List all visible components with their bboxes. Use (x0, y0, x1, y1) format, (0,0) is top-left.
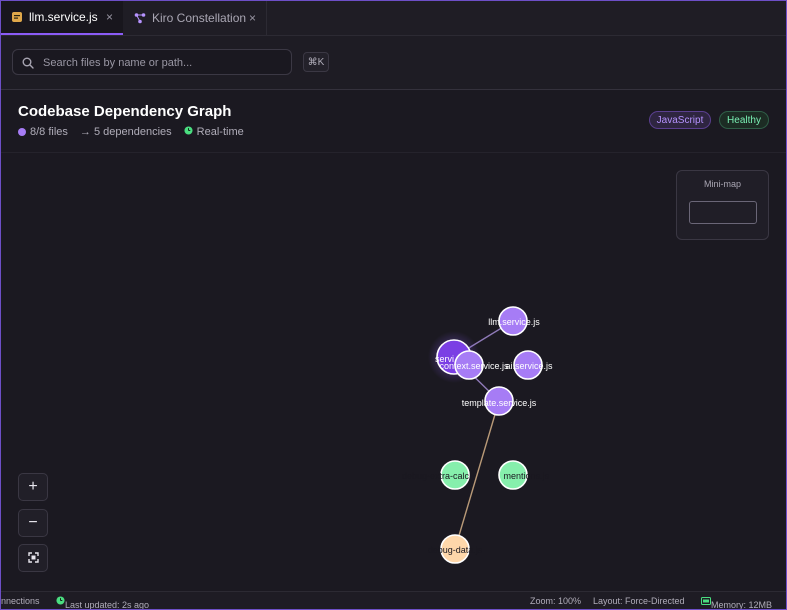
node-label: mentions.js (503, 471, 549, 481)
js-file-icon (11, 11, 23, 23)
memory-label: Memory: 12MB (711, 600, 773, 610)
memory-icon (701, 597, 711, 605)
search-input[interactable] (41, 53, 285, 73)
memory-status: Memory: 12MB (701, 596, 772, 609)
node-label: debug-extra-calc (402, 471, 470, 481)
language-badge: JavaScript (649, 111, 711, 129)
dependencies-label: → 5 dependencies (79, 126, 172, 138)
zoom-in-button[interactable]: + (18, 473, 48, 501)
node-label: template.service.js (462, 398, 537, 408)
zoom-status: Zoom: 100% (530, 596, 582, 606)
close-icon[interactable]: × (106, 10, 113, 24)
clock-icon (184, 126, 193, 138)
search-bar: ⌘K (1, 36, 786, 90)
graph-canvas[interactable]: llm.service.js servi context.service.js ai.… (1, 153, 786, 591)
last-updated: Last updated: 2s ago (56, 596, 149, 609)
minimap-viewport[interactable] (689, 201, 757, 224)
fit-view-button[interactable] (18, 544, 48, 572)
close-icon[interactable]: × (249, 11, 256, 25)
node-label: ai.service.js (505, 361, 553, 371)
tab-label: Kiro Constellation (152, 11, 247, 25)
files-count: 8/8 files (18, 126, 68, 138)
graph-meta: 8/8 files → 5 dependencies Real-time (18, 126, 256, 138)
dependencies-count: → 5 dependencies (80, 126, 172, 138)
zoom-out-button[interactable]: − (18, 509, 48, 537)
last-updated-label: Last updated: 2s ago (65, 600, 150, 610)
constellation-icon (134, 12, 146, 24)
page-title: Codebase Dependency Graph (18, 103, 232, 120)
fit-view-icon (27, 551, 39, 566)
status-bar: nnections Last updated: 2s ago Zoom: 100… (1, 591, 786, 609)
tab-bar: llm.service.js × Kiro Constellation × (1, 1, 786, 36)
node-label: context.service.js (439, 361, 509, 371)
shortcut-hint: ⌘K (303, 52, 329, 72)
layout-status: Layout: Force-Directed (593, 596, 685, 606)
health-badge: Healthy (719, 111, 769, 129)
minimap-label: Mini-map (703, 179, 741, 189)
node-label: debug-data.js (428, 545, 483, 555)
tab-llm-service[interactable]: llm.service.js × (1, 1, 123, 35)
connections-status: nnections (1, 596, 40, 606)
search-box[interactable] (12, 49, 292, 75)
search-icon (22, 56, 34, 74)
dependency-graph[interactable]: llm.service.jsservicontext.service.jsai.… (1, 153, 786, 591)
realtime-label: Real-time (196, 126, 244, 138)
graph-header: Codebase Dependency Graph 8/8 files → 5 … (1, 90, 786, 153)
clock-icon (56, 596, 65, 605)
files-dot-icon (18, 128, 26, 136)
files-count-label: 8/8 files (30, 126, 68, 138)
tab-label: llm.service.js (29, 10, 98, 24)
node-label: llm.service.js (488, 317, 540, 327)
minimap[interactable]: Mini-map (676, 170, 769, 240)
tab-kiro-constellation[interactable]: Kiro Constellation × (124, 1, 267, 35)
app-window: llm.service.js × Kiro Constellation × ⌘K… (0, 0, 787, 610)
realtime-indicator: Real-time (184, 126, 244, 138)
